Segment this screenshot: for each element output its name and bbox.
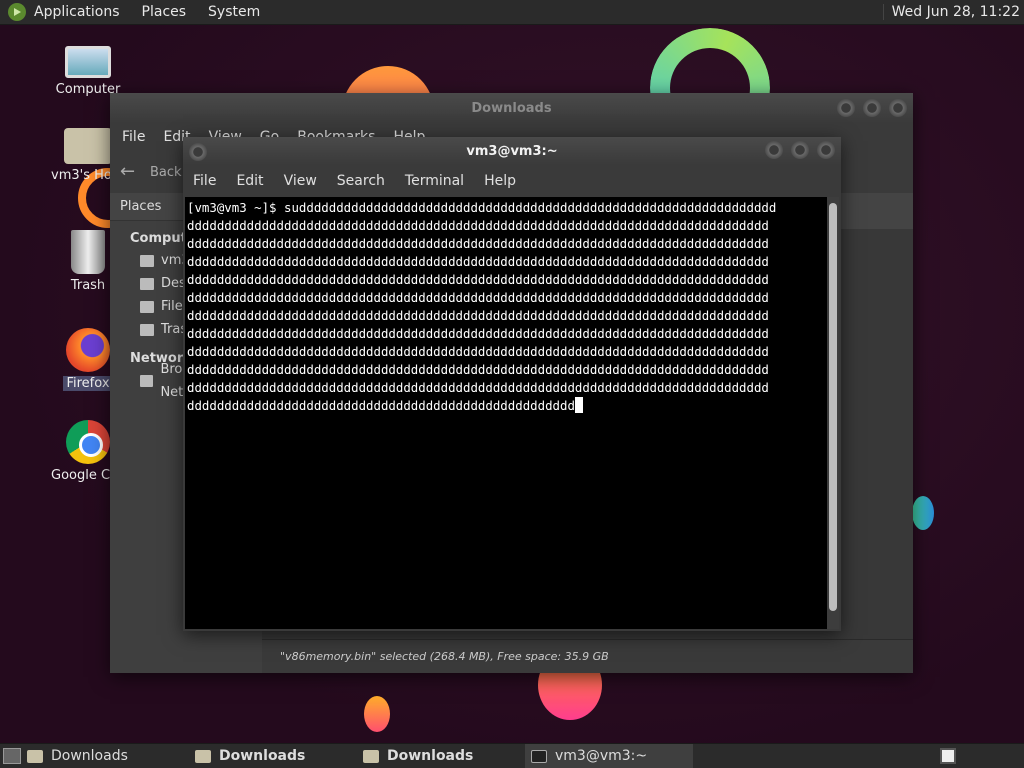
terminal-menubar: File Edit View Search Terminal Help [183,165,841,197]
terminal-icon [531,749,547,763]
folder-icon [363,749,379,763]
window-title: vm3@vm3:~ [466,143,558,159]
clock[interactable]: Wed Jun 28, 11:22 [882,4,1020,20]
terminal-line: dddddddddddddddddddddddddddddddddddddddd… [187,218,769,233]
terminal-line: dddddddddddddddddddddddddddddddddddddddd… [187,398,575,413]
menu-view[interactable]: View [284,173,317,189]
terminal-line: dddddddddddddddddddddddddddddddddddddddd… [187,344,769,359]
terminal-line: dddddddddddddddddddddddddddddddddddddddd… [187,326,769,341]
terminal-line: dddddddddddddddddddddddddddddddddddddddd… [187,272,769,287]
menu-terminal[interactable]: Terminal [405,173,464,189]
close-icon[interactable] [889,99,907,117]
terminal-command-start: su [283,200,299,215]
menu-edit[interactable]: Edit [236,173,263,189]
taskbar-item-downloads-3[interactable]: Downloads [357,744,525,768]
trash-icon [71,230,105,274]
window-menu-icon[interactable] [189,143,207,161]
network-icon [140,374,154,387]
terminal-line: dddddddddddddddddddddddddddddddddddddddd… [187,362,769,377]
wallpaper-teal-blob [912,496,934,530]
menu-places[interactable]: Places [142,4,187,20]
menu-system[interactable]: System [208,4,260,20]
taskbar-item-downloads-2[interactable]: Downloads [189,744,357,768]
trash-icon [140,323,154,336]
wallpaper-small-blob [364,696,390,732]
maximize-icon[interactable] [791,141,809,159]
workspace-switcher-icon[interactable] [940,748,956,764]
menu-applications[interactable]: Applications [34,4,120,20]
terminal-window: vm3@vm3:~ File Edit View Search Terminal… [183,137,841,631]
close-icon[interactable] [817,141,835,159]
terminal-line: dddddddddddddddddddddddddddddddddddddddd… [187,290,769,305]
terminal-line: dddddddddddddddddddddddddddddddddddddddd… [187,254,769,269]
taskbar-item-label: Downloads [387,748,474,764]
distro-logo-icon[interactable] [8,3,26,21]
scrollbar-thumb[interactable] [829,203,837,611]
terminal-titlebar[interactable]: vm3@vm3:~ [183,137,841,165]
minimize-icon[interactable] [765,141,783,159]
computer-icon [65,46,111,78]
desktop-icon [140,277,154,290]
terminal-prompt: [vm3@vm3 ~]$ [187,200,284,215]
taskbar-item-label: vm3@vm3:~ [555,748,648,764]
chrome-icon [66,420,110,464]
taskbar-item-terminal[interactable]: vm3@vm3:~ [525,744,693,768]
status-bar: "v86memory.bin" selected (268.4 MB), Fre… [262,639,913,673]
back-button-label[interactable]: Back [150,165,182,180]
taskbar-item-downloads-1[interactable]: Downloads [21,744,189,768]
terminal-scrollbar[interactable] [827,197,839,629]
menu-file[interactable]: File [193,173,216,189]
taskbar-item-label: Downloads [51,748,128,764]
maximize-icon[interactable] [863,99,881,117]
firefox-icon [66,328,110,372]
menu-search[interactable]: Search [337,173,385,189]
show-desktop-icon[interactable] [3,748,21,764]
terminal-line: dddddddddddddddddddddddddddddddddddddddd… [298,200,777,215]
home-icon [140,254,154,267]
menu-file[interactable]: File [122,129,145,145]
back-arrow-icon[interactable]: ← [120,163,142,181]
terminal-line: dddddddddddddddddddddddddddddddddddddddd… [187,236,769,251]
folder-icon [195,749,211,763]
minimize-icon[interactable] [837,99,855,117]
terminal-line: dddddddddddddddddddddddddddddddddddddddd… [187,380,769,395]
folder-icon [27,749,43,763]
desktop-icon-label: Trash [70,278,106,293]
terminal-cursor [574,397,583,413]
taskbar-item-label: Downloads [219,748,306,764]
drive-icon [140,300,154,313]
terminal-output[interactable]: [vm3@vm3 ~]$ suddddddddddddddddddddddddd… [185,197,827,629]
bottom-panel: Downloads Downloads Downloads vm3@vm3:~ [0,743,1024,768]
menu-help[interactable]: Help [484,173,516,189]
downloads-titlebar[interactable]: Downloads [110,93,913,123]
terminal-line: dddddddddddddddddddddddddddddddddddddddd… [187,308,769,323]
home-folder-icon [64,128,112,164]
desktop-icon-label: Firefox [63,376,113,391]
top-panel: Applications Places System Wed Jun 28, 1… [0,0,1024,25]
window-title: Downloads [471,100,552,116]
